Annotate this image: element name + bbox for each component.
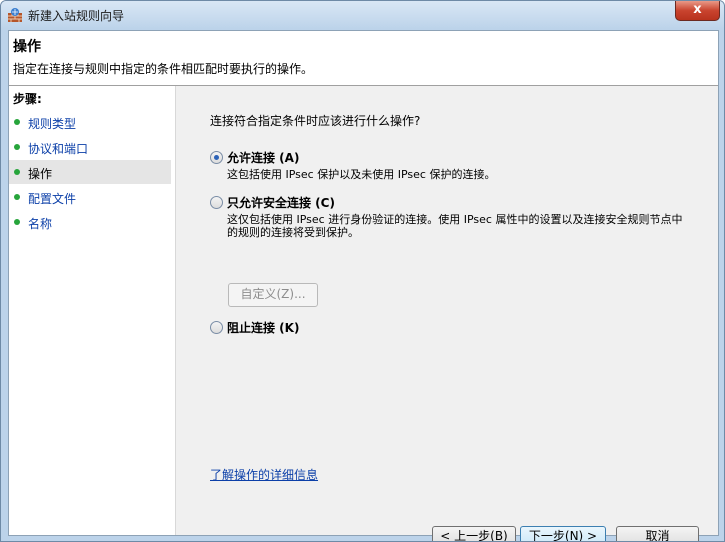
step-item-protocol-ports[interactable]: 协议和端口	[9, 135, 171, 159]
step-label: 名称	[28, 217, 53, 231]
option-secure-label[interactable]: 只允许安全连接 (C)	[227, 194, 335, 211]
steps-title: 步骤:	[13, 92, 42, 106]
wizard-client-area: 操作 指定在连接与规则中指定的条件相匹配时要执行的操作。 步骤: 规则类型 协议…	[8, 30, 719, 541]
learn-more-link[interactable]: 了解操作的详细信息	[210, 466, 318, 483]
radio-block[interactable]	[210, 321, 223, 334]
page-description: 指定在连接与规则中指定的条件相匹配时要执行的操作。	[13, 62, 314, 76]
step-label: 配置文件	[28, 192, 77, 206]
step-label: 规则类型	[28, 117, 77, 131]
customize-button[interactable]: 自定义(Z)...	[228, 283, 318, 307]
main-content: 连接符合指定条件时应该进行什么操作? 允许连接 (A) 这包括使用 IPsec …	[176, 86, 718, 541]
back-button[interactable]: < 上一步(B)	[432, 526, 516, 541]
step-item-rule-type[interactable]: 规则类型	[9, 110, 171, 134]
step-dot-icon	[14, 144, 20, 150]
step-label: 协议和端口	[28, 142, 89, 156]
step-dot-icon	[14, 119, 20, 125]
option-block-label[interactable]: 阻止连接 (K)	[227, 319, 299, 336]
window-title: 新建入站规则向导	[28, 9, 125, 23]
step-label: 操作	[28, 167, 53, 181]
close-button[interactable]: x	[675, 1, 720, 21]
step-item-name[interactable]: 名称	[9, 210, 171, 234]
title-bar[interactable]: 新建入站规则向导 x	[1, 1, 724, 29]
action-question: 连接符合指定条件时应该进行什么操作?	[210, 114, 421, 128]
option-secure-description: 这仅包括使用 IPsec 进行身份验证的连接。使用 IPsec 属性中的设置以及…	[227, 213, 683, 239]
wizard-window: 新建入站规则向导 x 操作 指定在连接与规则中指定的条件相匹配时要执行的操作。 …	[0, 0, 725, 542]
step-item-action[interactable]: 操作	[9, 160, 171, 184]
step-item-profile[interactable]: 配置文件	[9, 185, 171, 209]
option-allow-description: 这包括使用 IPsec 保护以及未使用 IPsec 保护的连接。	[227, 168, 496, 181]
step-dot-icon	[14, 194, 20, 200]
radio-allow-secure[interactable]	[210, 196, 223, 209]
firewall-icon	[8, 8, 22, 22]
step-dot-icon	[14, 169, 20, 175]
page-title: 操作	[13, 39, 41, 55]
close-icon: x	[693, 2, 702, 17]
steps-panel: 步骤: 规则类型 协议和端口 操作 配置文件 名称	[9, 86, 176, 535]
radio-allow[interactable]	[210, 151, 223, 164]
page-header: 操作 指定在连接与规则中指定的条件相匹配时要执行的操作。	[9, 31, 718, 86]
step-dot-icon	[14, 219, 20, 225]
option-allow-label[interactable]: 允许连接 (A)	[227, 149, 299, 166]
next-button[interactable]: 下一步(N) >	[520, 526, 606, 541]
cancel-button[interactable]: 取消	[616, 526, 699, 541]
